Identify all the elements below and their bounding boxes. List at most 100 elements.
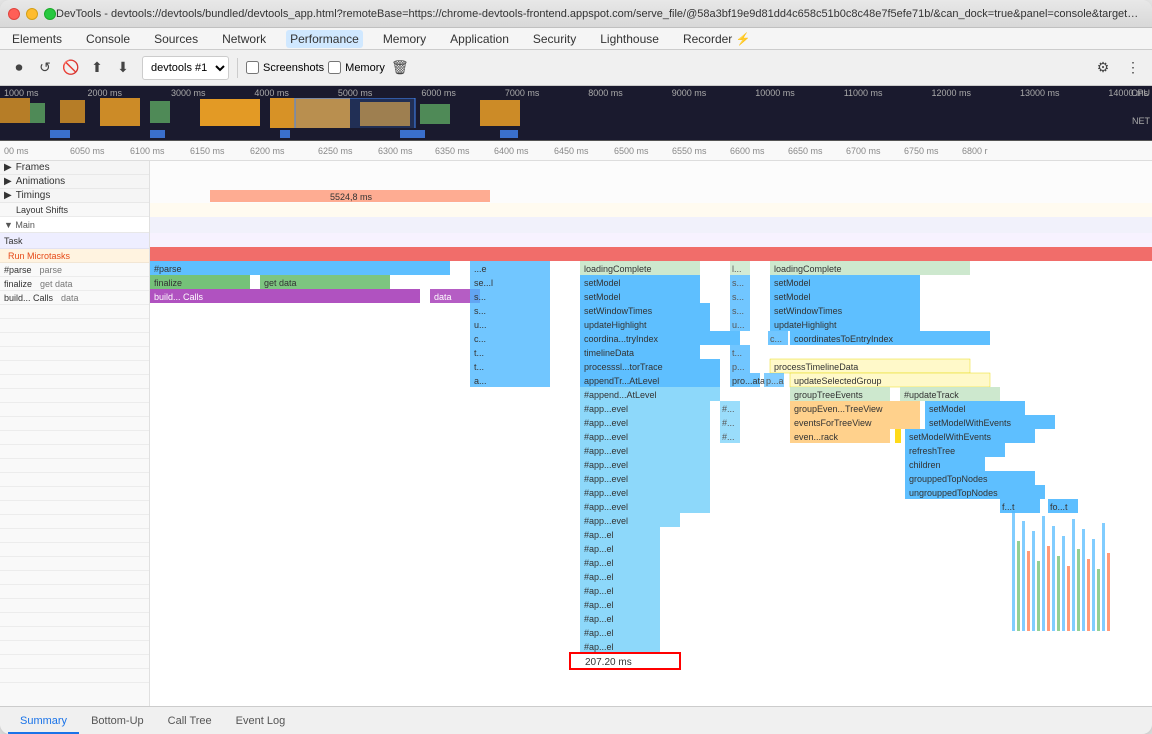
svg-text:#...: #...: [722, 432, 735, 442]
layout-shifts-text: Layout Shifts: [16, 205, 68, 215]
svg-text:grouppedTopNodes: grouppedTopNodes: [909, 474, 988, 484]
upload-button[interactable]: ⬆: [86, 57, 108, 79]
menu-recorder[interactable]: Recorder ⚡: [679, 30, 755, 48]
time-marker-7000: 7000 ms: [505, 88, 540, 98]
memory-checkbox-group[interactable]: Memory: [328, 61, 385, 74]
tab-summary[interactable]: Summary: [8, 710, 79, 734]
build-calls-label: build... Calls data: [0, 291, 149, 305]
ruler-tick-6750: 6750 ms: [904, 146, 939, 156]
parse-sublabel: parse: [40, 265, 63, 275]
frames-arrow[interactable]: ▶: [4, 162, 12, 173]
svg-text:pro...ata: pro...ata: [732, 376, 765, 386]
separator-1: [237, 58, 238, 78]
ruler-tick-6800: 6800 r: [962, 146, 988, 156]
svg-text:build... Calls: build... Calls: [154, 292, 204, 302]
reload-button[interactable]: ↺: [34, 57, 56, 79]
menu-sources[interactable]: Sources: [150, 30, 202, 48]
timeline-overview[interactable]: 1000 ms 2000 ms 3000 ms 4000 ms 5000 ms …: [0, 86, 1152, 141]
empty-row-16: [0, 515, 149, 529]
svg-text:s...: s...: [474, 306, 486, 316]
menu-lighthouse[interactable]: Lighthouse: [596, 30, 663, 48]
tab-call-tree-label: Call Tree: [168, 715, 212, 727]
main-header-label: ▼ Main: [0, 217, 149, 233]
timings-arrow[interactable]: ▶: [4, 190, 12, 201]
maximize-button[interactable]: [44, 8, 56, 20]
svg-text:loadingComplete: loadingComplete: [774, 264, 842, 274]
ruler-tick-6200: 6200 ms: [250, 146, 285, 156]
tab-bottom-up[interactable]: Bottom-Up: [79, 710, 156, 734]
svg-text:setModel: setModel: [584, 292, 621, 302]
svg-text:#app...evel: #app...evel: [584, 418, 628, 428]
minimize-button[interactable]: [26, 8, 38, 20]
svg-text:t...: t...: [474, 348, 484, 358]
svg-text:#ap...el: #ap...el: [584, 614, 614, 624]
build-calls-text: build... Calls: [4, 293, 53, 303]
svg-text:#...: #...: [722, 404, 735, 414]
menu-memory[interactable]: Memory: [379, 30, 430, 48]
animations-text: Animations: [16, 176, 65, 187]
svg-text:#app...evel: #app...evel: [584, 446, 628, 456]
svg-text:#ap...el: #ap...el: [584, 586, 614, 596]
empty-row-24: [0, 627, 149, 641]
ruler-tick-6300: 6300 ms: [378, 146, 413, 156]
clear-button[interactable]: 🚫: [60, 57, 82, 79]
time-marker-6000: 6000 ms: [421, 88, 456, 98]
layout-shifts-label: Layout Shifts: [0, 203, 149, 217]
svg-text:se...l: se...l: [474, 278, 493, 288]
svg-text:loadingComplete: loadingComplete: [584, 264, 652, 274]
empty-row-21: [0, 585, 149, 599]
target-select[interactable]: devtools #1: [142, 56, 229, 80]
screenshots-checkbox-group[interactable]: Screenshots: [246, 61, 324, 74]
svg-text:#app...evel: #app...evel: [584, 474, 628, 484]
close-button[interactable]: [8, 8, 20, 20]
empty-row-19: [0, 557, 149, 571]
svg-text:setModel: setModel: [584, 278, 621, 288]
menu-console[interactable]: Console: [82, 30, 134, 48]
tab-event-log[interactable]: Event Log: [224, 710, 298, 734]
ruler-tick-6150: 6150 ms: [190, 146, 225, 156]
svg-text:#ap...el: #ap...el: [584, 628, 614, 638]
menu-network[interactable]: Network: [218, 30, 270, 48]
svg-text:l...: l...: [732, 264, 742, 274]
svg-text:#ap...el: #ap...el: [584, 572, 614, 582]
time-marker-11000: 11000 ms: [844, 88, 883, 98]
ruler-tick-6550: 6550 ms: [672, 146, 707, 156]
menu-security[interactable]: Security: [529, 30, 580, 48]
menu-performance[interactable]: Performance: [286, 30, 363, 48]
svg-text:#app...evel: #app...evel: [584, 488, 628, 498]
memory-checkbox[interactable]: [328, 61, 341, 74]
task-header-text: Task: [4, 236, 23, 246]
record-button[interactable]: ⏺: [8, 57, 30, 79]
download-button[interactable]: ⬇: [112, 57, 134, 79]
svg-text:207.20 ms: 207.20 ms: [585, 657, 632, 668]
svg-text:get data: get data: [264, 278, 297, 288]
svg-text:groupTreeEvents: groupTreeEvents: [794, 390, 863, 400]
time-marker-2000: 2000 ms: [87, 88, 122, 98]
ruler-tick-6700: 6700 ms: [846, 146, 881, 156]
time-marker-13000: 13000 ms: [1020, 88, 1060, 98]
empty-row-2: [0, 319, 149, 333]
svg-text:s...: s...: [732, 278, 744, 288]
svg-text:#ap...el: #ap...el: [584, 544, 614, 554]
menu-elements[interactable]: Elements: [8, 30, 66, 48]
flame-chart-svg: 5524,8 ms #parse ...e: [150, 161, 1152, 706]
trash-button[interactable]: 🗑: [389, 57, 411, 79]
screenshots-checkbox[interactable]: [246, 61, 259, 74]
more-button[interactable]: ⋮: [1122, 57, 1144, 79]
svg-text:#...: #...: [722, 418, 735, 428]
flame-canvas[interactable]: 5524,8 ms #parse ...e: [150, 161, 1152, 706]
timings-text: Timings: [16, 190, 51, 201]
svg-text:children: children: [909, 460, 941, 470]
svg-text:t...: t...: [474, 362, 484, 372]
bottom-tabs: Summary Bottom-Up Call Tree Event Log: [0, 706, 1152, 734]
svg-text:#updateTrack: #updateTrack: [904, 390, 959, 400]
settings-button[interactable]: ⚙: [1092, 57, 1114, 79]
svg-text:coordina...tryIndex: coordina...tryIndex: [584, 334, 659, 344]
menu-application[interactable]: Application: [446, 30, 513, 48]
svg-text:c...: c...: [770, 334, 782, 344]
svg-text:timelineData: timelineData: [584, 348, 634, 358]
svg-text:f...t: f...t: [1002, 502, 1015, 512]
tab-call-tree[interactable]: Call Tree: [156, 710, 224, 734]
animations-arrow[interactable]: ▶: [4, 176, 12, 187]
net-overview-chart: [0, 128, 1152, 140]
